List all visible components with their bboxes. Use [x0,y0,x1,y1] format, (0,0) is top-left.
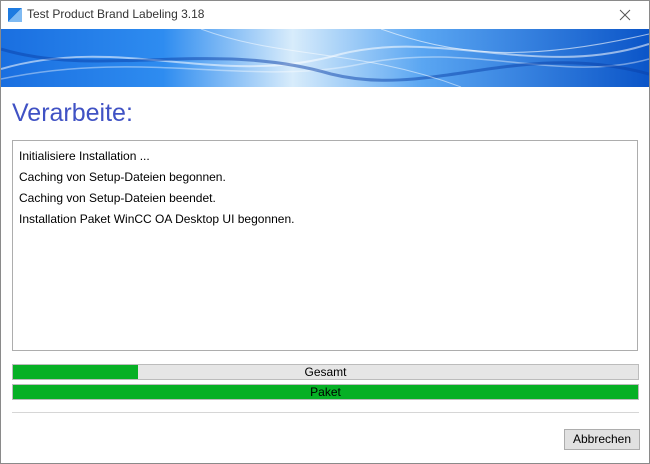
total-progress-bar: Gesamt [12,364,639,380]
window-title: Test Product Brand Labeling 3.18 [27,7,205,21]
total-progress-label: Gesamt [304,365,347,379]
installer-window: Test Product Brand Labeling 3.18 Verarbe… [0,0,650,464]
log-line: Installation Paket WinCC OA Desktop UI b… [19,212,295,226]
log-list[interactable]: Initialisiere Installation ... Caching v… [12,140,638,351]
close-button[interactable] [605,3,645,27]
package-progress-bar: Paket [12,384,639,400]
log-line: Caching von Setup-Dateien beendet. [19,191,216,205]
app-icon [8,8,22,22]
banner-waves [1,29,649,87]
header-banner [1,29,649,87]
package-progress-label: Paket [310,385,341,399]
title-bar: Test Product Brand Labeling 3.18 [1,1,649,29]
cancel-button[interactable]: Abbrechen [564,429,640,450]
separator [12,412,639,414]
log-line: Caching von Setup-Dateien begonnen. [19,170,226,184]
status-heading: Verarbeite: [12,99,133,127]
log-line: Initialisiere Installation ... [19,149,150,163]
close-icon [619,9,631,21]
